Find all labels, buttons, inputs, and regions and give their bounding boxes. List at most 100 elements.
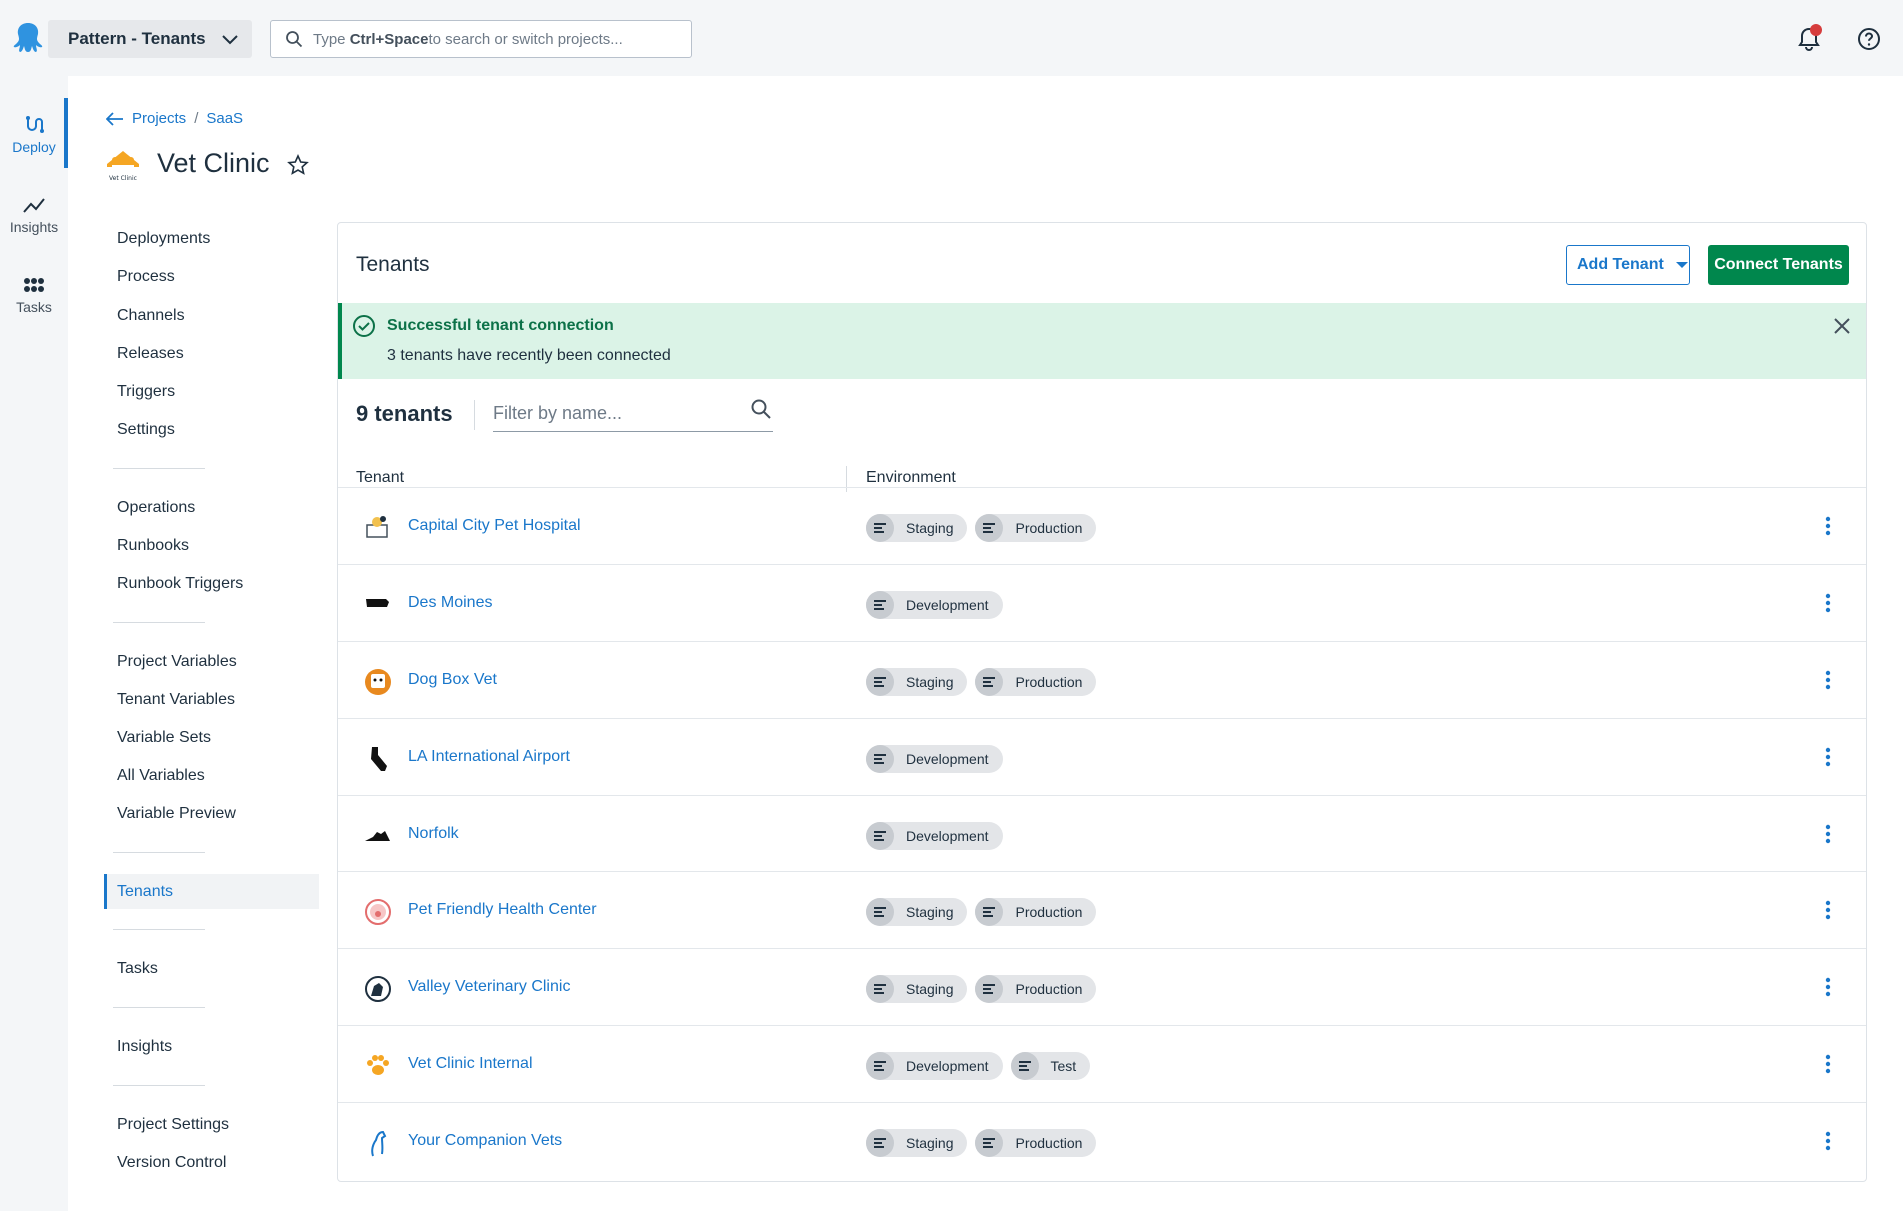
overflow-menu-icon[interactable] xyxy=(1824,823,1832,845)
search-placeholder-prefix: Type xyxy=(313,30,346,48)
project-logo: Vet Clinic xyxy=(107,151,139,182)
environment-chip-label: Staging xyxy=(906,981,954,997)
environment-chip-label: Staging xyxy=(906,674,954,690)
environment-icon xyxy=(975,1129,1004,1157)
virginia-map-icon xyxy=(365,831,390,841)
tenant-name-link[interactable]: Your Companion Vets xyxy=(408,1132,562,1150)
tenant-name-link[interactable]: Norfolk xyxy=(408,825,459,843)
help-icon[interactable] xyxy=(1856,26,1882,52)
nav-project-settings[interactable]: Project Settings xyxy=(117,1116,229,1134)
tenant-name-link[interactable]: LA International Airport xyxy=(408,748,570,766)
rail-item-tasks[interactable]: Tasks xyxy=(0,274,68,315)
environment-chip-label: Production xyxy=(1015,674,1083,690)
environment-chip: Test xyxy=(1010,1052,1091,1080)
octopus-logo-icon[interactable] xyxy=(10,20,46,56)
nav-settings[interactable]: Settings xyxy=(117,421,175,439)
environment-chip-label: Development xyxy=(906,828,989,844)
overflow-menu-icon[interactable] xyxy=(1824,515,1832,537)
environment-chips: Staging Production xyxy=(866,975,1097,1003)
chevron-down-icon xyxy=(222,35,238,45)
nav-deployments[interactable]: Deployments xyxy=(117,230,210,248)
environment-chip: Production xyxy=(975,514,1097,542)
overflow-menu-icon[interactable] xyxy=(1824,669,1832,691)
nav-insights[interactable]: Insights xyxy=(117,1038,172,1056)
nav-all-variables[interactable]: All Variables xyxy=(117,767,205,785)
tenant-name-link[interactable]: Dog Box Vet xyxy=(408,671,497,689)
breadcrumb-projects[interactable]: Projects xyxy=(132,110,186,127)
tenant-name-link[interactable]: Pet Friendly Health Center xyxy=(408,901,597,919)
nav-variable-preview[interactable]: Variable Preview xyxy=(117,805,236,823)
row-divider xyxy=(338,487,1866,488)
nav-divider xyxy=(113,468,205,469)
nav-releases[interactable]: Releases xyxy=(117,345,184,363)
row-divider xyxy=(338,1025,1866,1026)
nav-runbook-triggers[interactable]: Runbook Triggers xyxy=(117,575,243,593)
success-alert xyxy=(338,303,1866,379)
nav-tenant-variables[interactable]: Tenant Variables xyxy=(117,691,235,709)
environment-icon xyxy=(866,668,894,696)
nav-tasks[interactable]: Tasks xyxy=(117,960,158,978)
nav-divider xyxy=(113,1007,205,1008)
environment-chip: Staging xyxy=(866,514,968,542)
nav-operations[interactable]: Operations xyxy=(117,499,195,517)
filter-by-name-input[interactable]: Filter by name... xyxy=(493,396,773,432)
nav-project-variables[interactable]: Project Variables xyxy=(117,653,237,671)
breadcrumb-group[interactable]: SaaS xyxy=(206,110,243,127)
favorite-star-icon[interactable] xyxy=(287,154,309,176)
overflow-menu-icon[interactable] xyxy=(1824,746,1832,768)
nav-divider xyxy=(113,929,205,930)
arrow-left-icon[interactable] xyxy=(106,111,124,126)
environment-icon xyxy=(866,1052,894,1080)
search-placeholder-suffix: to search or switch projects... xyxy=(428,30,623,48)
notification-badge xyxy=(1810,24,1822,36)
project-logo-text: Vet Clinic xyxy=(109,175,137,182)
environment-chip: Production xyxy=(975,1129,1097,1157)
environment-chip: Staging xyxy=(866,975,968,1003)
environment-chip: Development xyxy=(866,822,1003,850)
overflow-menu-icon[interactable] xyxy=(1824,899,1832,921)
environment-icon xyxy=(866,745,894,773)
row-divider xyxy=(338,1102,1866,1103)
dog-outline-icon xyxy=(371,1130,387,1157)
iowa-map-icon xyxy=(366,599,389,607)
environment-chip-label: Staging xyxy=(906,520,954,536)
pet-hospital-icon xyxy=(366,516,388,538)
column-header-environment: Environment xyxy=(866,469,956,486)
add-tenant-button[interactable]: Add Tenant xyxy=(1566,245,1690,285)
table-row: Dog Box Vet Staging Production xyxy=(338,643,1866,718)
nav-tenants[interactable]: Tenants xyxy=(117,883,173,901)
tenant-name-link[interactable]: Vet Clinic Internal xyxy=(408,1055,533,1073)
table-row: LA International Airport Development xyxy=(338,720,1866,795)
nav-version-control[interactable]: Version Control xyxy=(117,1154,226,1172)
nav-divider xyxy=(113,622,205,623)
left-rail: Deploy Insights Tasks xyxy=(0,76,68,1211)
rail-item-insights[interactable]: Insights xyxy=(0,194,68,235)
column-header-tenant: Tenant xyxy=(356,469,405,486)
nav-triggers[interactable]: Triggers xyxy=(117,383,175,401)
search-input[interactable]: Type Ctrl+Space to search or switch proj… xyxy=(270,20,692,58)
rail-item-deploy[interactable]: Deploy xyxy=(0,98,68,168)
overflow-menu-icon[interactable] xyxy=(1824,976,1832,998)
environment-chips: Development xyxy=(866,745,1003,773)
nav-variable-sets[interactable]: Variable Sets xyxy=(117,729,211,747)
project-switcher[interactable]: Pattern - Tenants xyxy=(48,20,252,58)
dog-cat-icon xyxy=(365,976,391,1002)
connect-tenants-button[interactable]: Connect Tenants xyxy=(1708,245,1849,285)
nav-runbooks[interactable]: Runbooks xyxy=(117,537,189,555)
card-title: Tenants xyxy=(356,253,430,276)
nav-channels[interactable]: Channels xyxy=(117,307,185,325)
environment-chips: Staging Production xyxy=(866,668,1097,696)
tenant-name-link[interactable]: Valley Veterinary Clinic xyxy=(408,978,570,996)
tenant-name-link[interactable]: Capital City Pet Hospital xyxy=(408,517,581,535)
nav-process[interactable]: Process xyxy=(117,268,175,286)
overflow-menu-icon[interactable] xyxy=(1824,592,1832,614)
environment-icon xyxy=(975,668,1004,696)
table-row: Des Moines Development xyxy=(338,566,1866,641)
close-icon[interactable] xyxy=(1832,316,1852,336)
overflow-menu-icon[interactable] xyxy=(1824,1053,1832,1075)
paw-print-icon xyxy=(367,1055,389,1075)
overflow-menu-icon[interactable] xyxy=(1824,1130,1832,1152)
rail-label-deploy: Deploy xyxy=(12,139,56,155)
insights-icon xyxy=(23,198,45,213)
tenant-name-link[interactable]: Des Moines xyxy=(408,594,492,612)
